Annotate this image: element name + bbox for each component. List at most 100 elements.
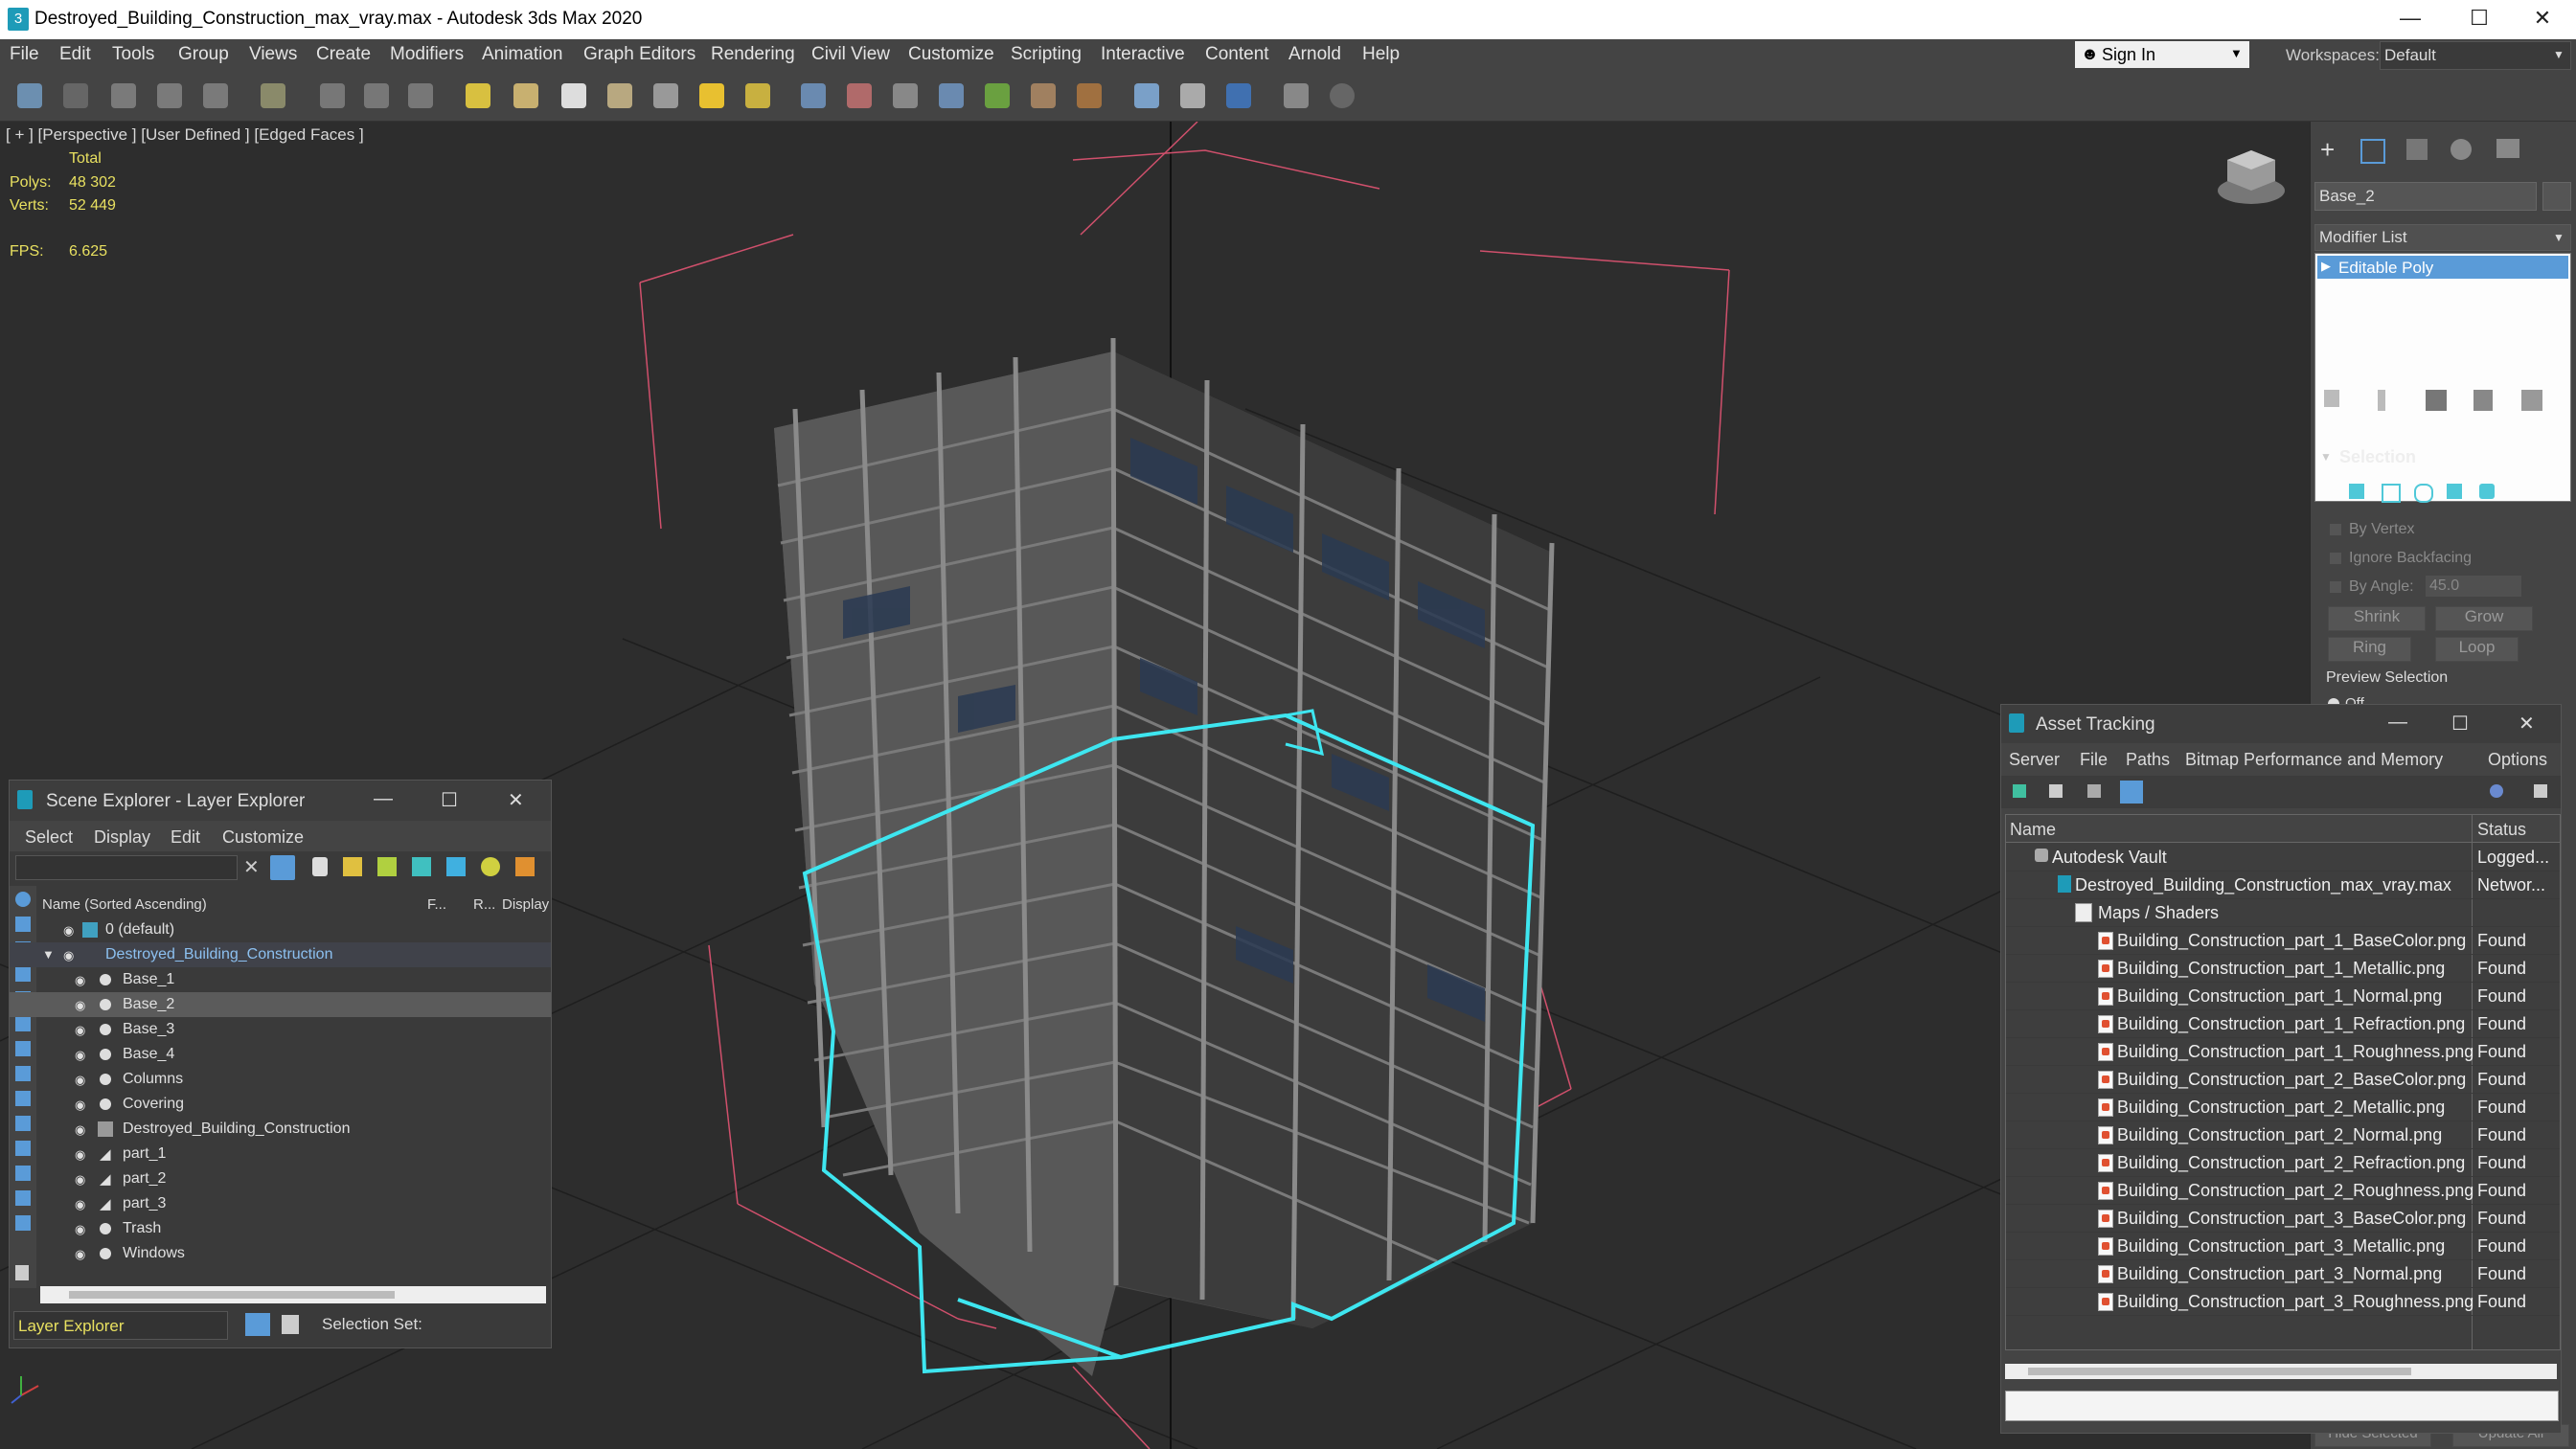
polygon-mode-icon[interactable] bbox=[2447, 484, 2462, 499]
tree-row[interactable]: ◉ Base_4 bbox=[10, 1042, 551, 1067]
minimize-icon[interactable]: — bbox=[2388, 712, 2407, 734]
menu-interactive[interactable]: Interactive bbox=[1101, 44, 1185, 65]
table-view-icon[interactable] bbox=[2087, 784, 2101, 798]
at-col-status[interactable]: Status bbox=[2477, 820, 2526, 840]
col-name-header[interactable]: Name (Sorted Ascending) bbox=[42, 896, 207, 913]
visibility-eye-icon[interactable]: ◉ bbox=[75, 1098, 85, 1113]
at-menu-paths[interactable]: Paths bbox=[2126, 750, 2170, 770]
filter-icon[interactable] bbox=[270, 855, 295, 880]
tree-row[interactable]: ◉ Destroyed_Building_Construction bbox=[10, 1117, 551, 1142]
bind-icon[interactable] bbox=[203, 83, 228, 108]
layers-icon[interactable] bbox=[377, 857, 397, 876]
configure-modifier-sets-icon[interactable] bbox=[2521, 390, 2542, 411]
rollout-collapse-icon[interactable]: ▼ bbox=[2320, 450, 2332, 464]
layer-mode-icon[interactable] bbox=[245, 1313, 270, 1336]
menu-graph-editors[interactable]: Graph Editors bbox=[583, 44, 695, 65]
scrollbar-thumb[interactable] bbox=[2028, 1368, 2411, 1375]
redo-icon[interactable] bbox=[63, 83, 88, 108]
close-icon[interactable]: ✕ bbox=[2519, 712, 2535, 736]
se-menu-edit[interactable]: Edit bbox=[171, 827, 200, 848]
menu-animation[interactable]: Animation bbox=[482, 44, 563, 65]
col-display-header[interactable]: Display bbox=[502, 896, 549, 913]
render-icon[interactable] bbox=[1226, 83, 1251, 108]
material-icon[interactable] bbox=[939, 83, 964, 108]
at-horizontal-scrollbar[interactable] bbox=[2005, 1364, 2557, 1379]
sign-in-dropdown[interactable]: ☻ Sign In ▼ bbox=[2075, 41, 2249, 68]
loop-button[interactable]: Loop bbox=[2435, 637, 2519, 662]
hierarchy-tab-icon[interactable] bbox=[2406, 139, 2428, 160]
table-row[interactable]: Building_Construction_part_3_Normal.png … bbox=[2006, 1259, 2560, 1288]
maximize-icon[interactable]: ☐ bbox=[2451, 712, 2469, 736]
tree-row[interactable]: ◉ Base_3 bbox=[10, 1017, 551, 1042]
border-mode-icon[interactable] bbox=[2414, 484, 2433, 503]
pin-stack-icon[interactable] bbox=[2324, 390, 2339, 407]
sort-icon[interactable] bbox=[446, 857, 466, 876]
hierarchy-icon[interactable] bbox=[412, 857, 431, 876]
table-row[interactable]: Building_Construction_part_1_Metallic.pn… bbox=[2006, 954, 2560, 983]
element-mode-icon[interactable] bbox=[2479, 484, 2495, 499]
visibility-eye-icon[interactable]: ◉ bbox=[75, 1147, 85, 1163]
unlink-icon[interactable] bbox=[157, 83, 182, 108]
list-view-icon[interactable] bbox=[2049, 784, 2063, 798]
asset-tracking-titlebar[interactable]: Asset Tracking — ☐ ✕ bbox=[2001, 705, 2561, 743]
table-row[interactable]: Building_Construction_part_3_Metallic.pn… bbox=[2006, 1232, 2560, 1260]
display-all-icon[interactable] bbox=[15, 892, 31, 907]
close-icon[interactable]: ✕ bbox=[508, 788, 524, 812]
clear-search-icon[interactable]: ✕ bbox=[243, 855, 260, 879]
visibility-eye-icon[interactable]: ◉ bbox=[75, 998, 85, 1013]
geosphere-icon[interactable] bbox=[561, 83, 586, 108]
visibility-eye-icon[interactable]: ◉ bbox=[75, 1023, 85, 1038]
by-angle-checkbox[interactable] bbox=[2330, 581, 2341, 593]
menu-views[interactable]: Views bbox=[249, 44, 297, 65]
settings-icon[interactable] bbox=[515, 857, 535, 876]
viewport-label[interactable]: [ + ] [Perspective ] [User Defined ] [Ed… bbox=[6, 125, 364, 145]
menu-modifiers[interactable]: Modifiers bbox=[390, 44, 464, 65]
table-row[interactable]: Building_Construction_part_1_Refraction.… bbox=[2006, 1009, 2560, 1038]
table-row[interactable]: Building_Construction_part_3_Roughness.p… bbox=[2006, 1287, 2560, 1316]
table-row[interactable]: Destroyed_Building_Construction_max_vray… bbox=[2006, 871, 2560, 899]
menu-file[interactable]: File bbox=[10, 44, 39, 65]
ignore-backfacing-checkbox[interactable] bbox=[2330, 553, 2341, 564]
se-menu-display[interactable]: Display bbox=[94, 827, 150, 848]
light-filter-icon[interactable] bbox=[481, 857, 500, 876]
schematic-icon[interactable] bbox=[893, 83, 918, 108]
col-r-header[interactable]: R... bbox=[473, 896, 495, 913]
selection-rollout-title[interactable]: Selection bbox=[2339, 447, 2416, 467]
select-filter-icon[interactable] bbox=[261, 83, 285, 108]
menu-create[interactable]: Create bbox=[316, 44, 371, 65]
visibility-eye-icon[interactable]: ◉ bbox=[75, 1247, 85, 1262]
layer-explorer-dropdown[interactable]: Layer Explorer bbox=[13, 1311, 228, 1340]
close-icon[interactable]: ✕ bbox=[2514, 6, 2571, 31]
workspace-select[interactable]: Default ▼ bbox=[2380, 41, 2571, 70]
grid-view-icon[interactable] bbox=[2120, 781, 2143, 804]
tree-row[interactable]: ◉ Columns bbox=[10, 1067, 551, 1092]
move-icon[interactable] bbox=[364, 83, 389, 108]
table-row[interactable]: Building_Construction_part_1_Roughness.p… bbox=[2006, 1037, 2560, 1066]
scene-states-icon[interactable] bbox=[1284, 83, 1309, 108]
help-icon[interactable] bbox=[2490, 784, 2503, 798]
at-menu-bitmap-performance[interactable]: Bitmap Performance and Memory bbox=[2185, 750, 2443, 770]
display-children-icon[interactable] bbox=[15, 1265, 29, 1280]
add-layer-icon[interactable] bbox=[343, 857, 362, 876]
visibility-eye-icon[interactable]: ◉ bbox=[75, 1222, 85, 1237]
stack-item-editable-poly[interactable]: ▶ Editable Poly bbox=[2317, 256, 2568, 279]
tree-row[interactable]: ◉ Covering bbox=[10, 1092, 551, 1117]
show-end-result-icon[interactable] bbox=[2378, 390, 2385, 411]
make-unique-icon[interactable] bbox=[2426, 390, 2447, 411]
tree-row[interactable]: ◉ Trash bbox=[10, 1216, 551, 1241]
render-setup-icon[interactable] bbox=[1134, 83, 1159, 108]
table-row[interactable]: Building_Construction_part_2_BaseColor.p… bbox=[2006, 1065, 2560, 1094]
tree-row[interactable]: ◉ Base_2 bbox=[10, 992, 551, 1017]
torus-icon[interactable] bbox=[607, 83, 632, 108]
pin-icon[interactable] bbox=[2534, 784, 2547, 798]
minimize-icon[interactable]: — bbox=[374, 788, 393, 810]
menu-tools[interactable]: Tools bbox=[112, 44, 154, 65]
maximize-icon[interactable]: ☐ bbox=[441, 788, 458, 812]
modify-tab-icon[interactable] bbox=[2360, 139, 2385, 164]
se-menu-select[interactable]: Select bbox=[25, 827, 73, 848]
display-tab-icon[interactable] bbox=[2496, 139, 2519, 158]
align-icon[interactable] bbox=[847, 83, 872, 108]
col-f-header[interactable]: F... bbox=[427, 896, 446, 913]
plant-icon[interactable] bbox=[985, 83, 1010, 108]
minimize-icon[interactable]: — bbox=[2382, 6, 2439, 31]
